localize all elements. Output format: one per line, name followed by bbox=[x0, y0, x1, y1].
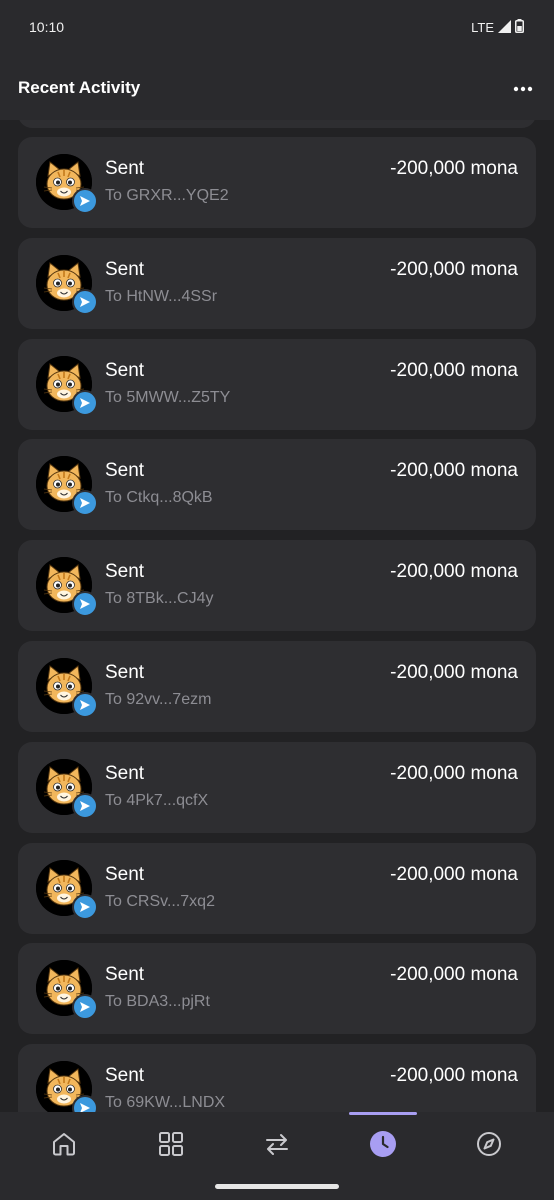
transaction-recipient: To 8TBk...CJ4y bbox=[105, 590, 214, 608]
send-arrow-icon bbox=[72, 994, 98, 1021]
transaction-recipient: To BDA3...pjRt bbox=[105, 993, 210, 1011]
transaction-type: Sent bbox=[105, 964, 145, 986]
list-item-partial[interactable] bbox=[18, 120, 536, 128]
transaction-amount: -200,000 mona bbox=[390, 561, 518, 583]
transaction-type: Sent bbox=[105, 863, 145, 885]
transaction-row[interactable]: Sent To 4Pk7...qcfX -200,000 mona bbox=[18, 741, 536, 833]
send-arrow-icon bbox=[72, 1095, 98, 1112]
transaction-row[interactable]: Sent To 92vv...7ezm -200,000 mona bbox=[18, 641, 536, 732]
send-arrow-icon bbox=[72, 591, 98, 618]
transaction-amount: -200,000 mona bbox=[390, 1065, 518, 1087]
transaction-row[interactable]: Sent To HtNW...4SSr -200,000 mona bbox=[18, 237, 536, 329]
transaction-row[interactable]: Sent To BDA3...pjRt -200,000 mona bbox=[18, 943, 536, 1035]
transaction-recipient: To 4Pk7...qcfX bbox=[105, 791, 209, 809]
transaction-amount: -200,000 mona bbox=[390, 258, 518, 280]
transaction-amount: -200,000 mona bbox=[390, 158, 518, 179]
transaction-type: Sent bbox=[105, 1065, 145, 1087]
swap-icon bbox=[266, 1134, 288, 1155]
send-arrow-icon bbox=[72, 389, 98, 416]
transaction-amount: -200,000 mona bbox=[390, 863, 518, 885]
nav-explore[interactable] bbox=[434, 1112, 544, 1176]
send-arrow-icon bbox=[72, 188, 98, 214]
more-horizontal-icon bbox=[513, 86, 533, 92]
status-time: 10:10 bbox=[29, 19, 65, 35]
page-title: Recent Activity bbox=[18, 78, 141, 97]
transaction-recipient: To Ctkq...8QkB bbox=[105, 489, 213, 507]
transaction-type: Sent bbox=[105, 561, 145, 583]
transaction-type: Sent bbox=[105, 762, 145, 784]
transaction-amount: -200,000 mona bbox=[390, 662, 518, 683]
clock-icon bbox=[370, 1131, 396, 1157]
transaction-recipient: To 92vv...7ezm bbox=[105, 691, 212, 708]
activity-list[interactable]: Sent To GRXR...YQE2 -200,000 mona Sent To Ht… bbox=[0, 120, 554, 1112]
transaction-row[interactable]: Sent To 8TBk...CJ4y -200,000 mona bbox=[18, 540, 536, 632]
transaction-recipient: To HtNW...4SSr bbox=[105, 287, 218, 305]
transaction-type: Sent bbox=[105, 662, 145, 683]
more-options-button[interactable] bbox=[510, 76, 536, 102]
send-arrow-icon bbox=[72, 893, 98, 920]
transaction-amount: -200,000 mona bbox=[390, 964, 518, 986]
transaction-row[interactable]: Sent To Ctkq...8QkB -200,000 mona bbox=[18, 439, 536, 531]
send-arrow-icon bbox=[72, 692, 98, 718]
nav-collectibles[interactable] bbox=[116, 1112, 226, 1176]
transaction-row[interactable]: Sent To 5MWW...Z5TY -200,000 mona bbox=[18, 338, 536, 430]
transaction-type: Sent bbox=[105, 158, 145, 179]
nav-swap[interactable] bbox=[222, 1112, 332, 1176]
transaction-row[interactable]: Sent To CRSv...7xq2 -200,000 mona bbox=[18, 842, 536, 934]
send-arrow-icon bbox=[72, 288, 98, 315]
app-header: Recent Activity bbox=[0, 56, 554, 120]
send-arrow-icon bbox=[72, 792, 98, 819]
compass-icon bbox=[477, 1132, 501, 1156]
transaction-recipient: To GRXR...YQE2 bbox=[105, 187, 229, 204]
gesture-handle[interactable] bbox=[215, 1184, 339, 1189]
transaction-row[interactable]: Sent To GRXR...YQE2 -200,000 mona bbox=[18, 137, 536, 228]
transaction-recipient: To CRSv...7xq2 bbox=[105, 892, 215, 910]
home-icon bbox=[53, 1133, 75, 1156]
battery-icon bbox=[515, 19, 524, 36]
transaction-recipient: To 5MWW...Z5TY bbox=[105, 388, 231, 406]
transaction-type: Sent bbox=[105, 359, 145, 381]
transaction-row[interactable]: Sent To 69KW...LNDX -200,000 mona bbox=[18, 1044, 536, 1112]
signal-icon bbox=[498, 19, 511, 36]
transaction-amount: -200,000 mona bbox=[390, 359, 518, 381]
transaction-type: Sent bbox=[105, 460, 145, 482]
network-label: LTE bbox=[471, 20, 494, 35]
nav-activity[interactable] bbox=[328, 1112, 438, 1176]
transaction-amount: -200,000 mona bbox=[390, 460, 518, 482]
transaction-recipient: To 69KW...LNDX bbox=[105, 1094, 226, 1112]
send-arrow-icon bbox=[72, 490, 98, 517]
grid-icon bbox=[159, 1132, 183, 1156]
nav-home[interactable] bbox=[9, 1112, 119, 1176]
status-indicators: LTE bbox=[471, 19, 524, 36]
transaction-type: Sent bbox=[105, 258, 145, 280]
status-bar: 10:10 LTE bbox=[0, 0, 554, 56]
transaction-amount: -200,000 mona bbox=[390, 762, 518, 784]
